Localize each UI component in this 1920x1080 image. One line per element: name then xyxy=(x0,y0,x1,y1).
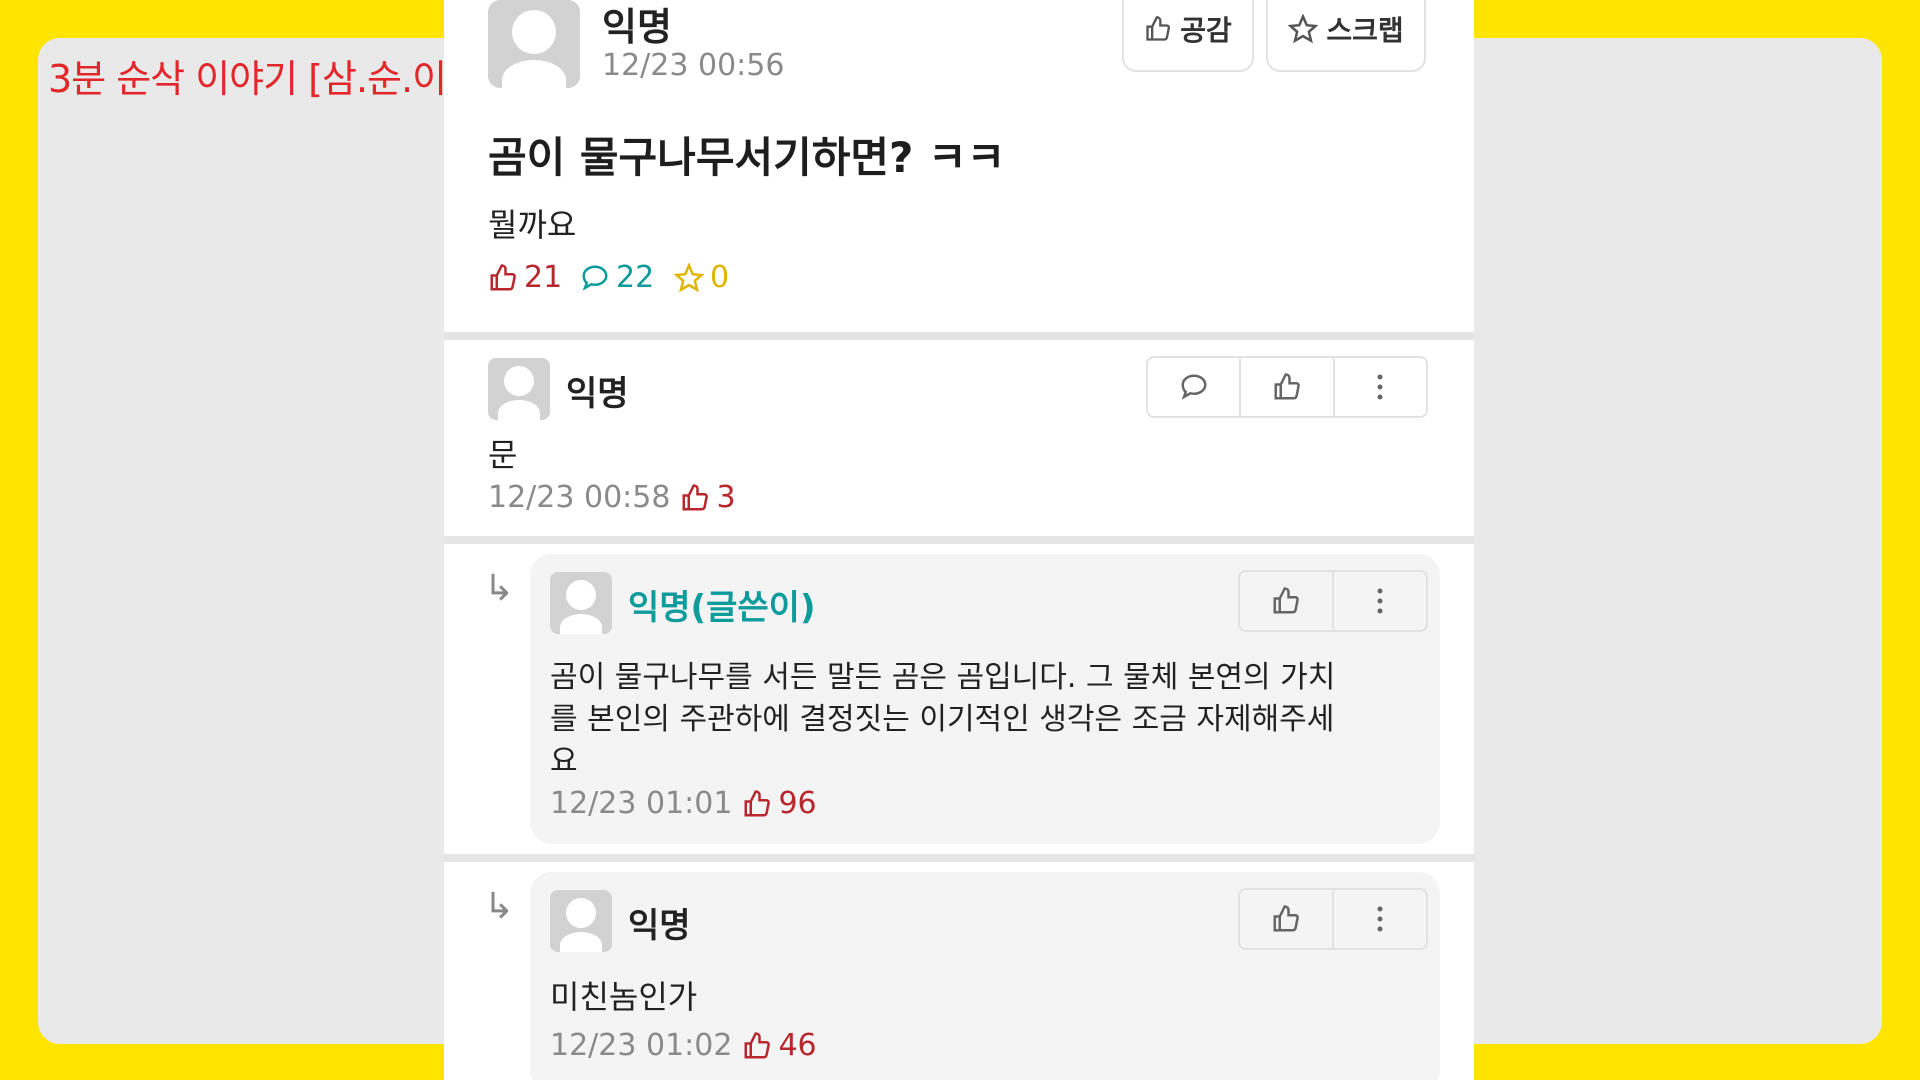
thumbs-up-icon xyxy=(744,789,771,816)
reply-actions xyxy=(1238,888,1428,950)
comment-actions xyxy=(1146,356,1428,418)
reply-time: 12/23 01:01 xyxy=(550,786,733,821)
more-vertical-icon xyxy=(1377,906,1383,932)
reply-arrow-icon: ↳ xyxy=(484,568,515,609)
reply-bubble: 익명 미친놈인가 12/23 01:02 46 xyxy=(530,872,1440,1080)
divider xyxy=(444,536,1474,544)
reply-button[interactable] xyxy=(1148,358,1239,416)
reply-item: ↳ 익명 미친놈인가 12/23 01:02 46 xyxy=(444,862,1474,1080)
post-card: 익명 12/23 00:56 공감 스크랩 곰이 물구나무서기하면? ㅋㅋ 뭘까… xyxy=(444,0,1474,332)
empathy-label: 공감 xyxy=(1180,14,1232,47)
reply-text-line-3: 요 xyxy=(550,744,578,779)
like-button[interactable] xyxy=(1240,572,1332,630)
reply-author: 익명(글쓴이) xyxy=(628,588,816,628)
thumbs-up-icon xyxy=(1146,16,1171,41)
reply-arrow-icon: ↳ xyxy=(484,886,515,927)
star-icon xyxy=(1288,14,1319,44)
reply-text-line-1: 곰이 물구나무를 서든 말든 곰은 곰입니다. 그 물체 본연의 가치 xyxy=(550,660,1336,695)
reply-text-line-2: 를 본인의 주관하에 결정짓는 이기적인 생각은 조금 자제해주세 xyxy=(550,702,1335,737)
more-vertical-icon xyxy=(1377,588,1383,614)
like-button[interactable] xyxy=(1239,358,1332,416)
reply-text: 미친놈인가 xyxy=(550,978,698,1016)
post-like-count: 21 xyxy=(488,260,562,295)
reply-item: ↳ 익명(글쓴이) 곰이 물구나무를 서든 말든 곰은 곰입니다. 그 물체 본… xyxy=(444,544,1474,854)
thumbs-up-icon xyxy=(490,263,516,290)
post-time: 12/23 00:56 xyxy=(602,48,785,83)
comment-meta: 12/23 00:58 3 xyxy=(488,480,736,515)
comment-item: 익명 문 12/23 00:58 3 xyxy=(444,340,1474,536)
more-button[interactable] xyxy=(1332,890,1426,948)
channel-brand: 3분 순삭 이야기 [삼.순.이] xyxy=(48,57,461,101)
comment-text: 문 xyxy=(488,436,518,474)
reply-actions xyxy=(1238,570,1428,632)
scrap-button[interactable]: 스크랩 xyxy=(1266,0,1426,72)
like-button[interactable] xyxy=(1240,890,1332,948)
divider xyxy=(444,332,1474,340)
reply-bubble: 익명(글쓴이) 곰이 물구나무를 서든 말든 곰은 곰입니다. 그 물체 본연의… xyxy=(530,554,1440,844)
thumbs-up-icon xyxy=(744,1031,771,1058)
reply-time: 12/23 01:02 xyxy=(550,1028,733,1063)
reply-like-count: 46 xyxy=(742,1028,817,1063)
post-scrap-count: 0 xyxy=(674,260,729,295)
star-icon xyxy=(674,262,704,292)
more-button[interactable] xyxy=(1332,572,1426,630)
thumbs-up-icon xyxy=(1274,373,1300,400)
post-title: 곰이 물구나무서기하면? ㅋㅋ xyxy=(488,133,1006,182)
post-author: 익명 xyxy=(602,5,672,49)
avatar xyxy=(550,890,612,952)
thumbs-up-icon xyxy=(1273,905,1299,932)
comment-like-count: 3 xyxy=(680,480,736,515)
divider xyxy=(444,854,1474,862)
thumbs-up-icon xyxy=(682,483,709,510)
reply-meta: 12/23 01:01 96 xyxy=(550,786,817,821)
reply-author: 익명 xyxy=(628,906,691,946)
avatar xyxy=(488,0,580,88)
more-button[interactable] xyxy=(1332,358,1426,416)
community-screen: 익명 12/23 00:56 공감 스크랩 곰이 물구나무서기하면? ㅋㅋ 뭘까… xyxy=(444,0,1474,1080)
reply-like-count: 96 xyxy=(742,786,817,821)
empathy-button[interactable]: 공감 xyxy=(1122,0,1254,72)
scrap-label: 스크랩 xyxy=(1326,14,1404,47)
avatar xyxy=(488,358,550,420)
avatar xyxy=(550,572,612,634)
comment-bubble-icon xyxy=(1181,374,1207,400)
comment-bubble-icon xyxy=(582,264,608,291)
post-body: 뭘까요 xyxy=(488,206,577,244)
comment-time: 12/23 00:58 xyxy=(488,480,671,515)
thumbs-up-icon xyxy=(1273,587,1299,614)
more-vertical-icon xyxy=(1377,374,1383,400)
reply-meta: 12/23 01:02 46 xyxy=(550,1028,817,1063)
comment-author: 익명 xyxy=(566,374,629,414)
